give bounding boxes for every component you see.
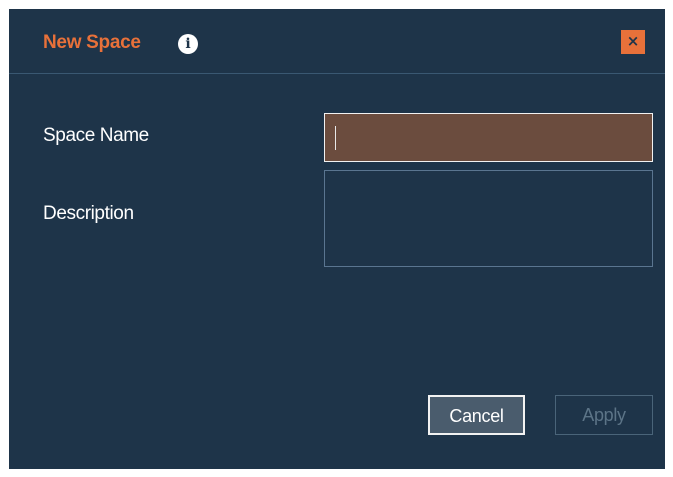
space-name-input[interactable] xyxy=(324,113,653,162)
apply-button[interactable]: Apply xyxy=(555,395,653,435)
new-space-dialog: New Space i × Space Name Description Can… xyxy=(9,9,665,469)
description-label: Description xyxy=(43,203,134,224)
description-input[interactable] xyxy=(324,170,653,267)
dialog-header: New Space i × xyxy=(9,9,665,74)
close-icon[interactable]: × xyxy=(621,30,645,54)
dialog-title: New Space xyxy=(43,32,141,53)
text-caret xyxy=(335,126,336,150)
info-icon[interactable]: i xyxy=(178,34,198,54)
space-name-label: Space Name xyxy=(43,125,149,146)
cancel-button[interactable]: Cancel xyxy=(428,395,525,435)
